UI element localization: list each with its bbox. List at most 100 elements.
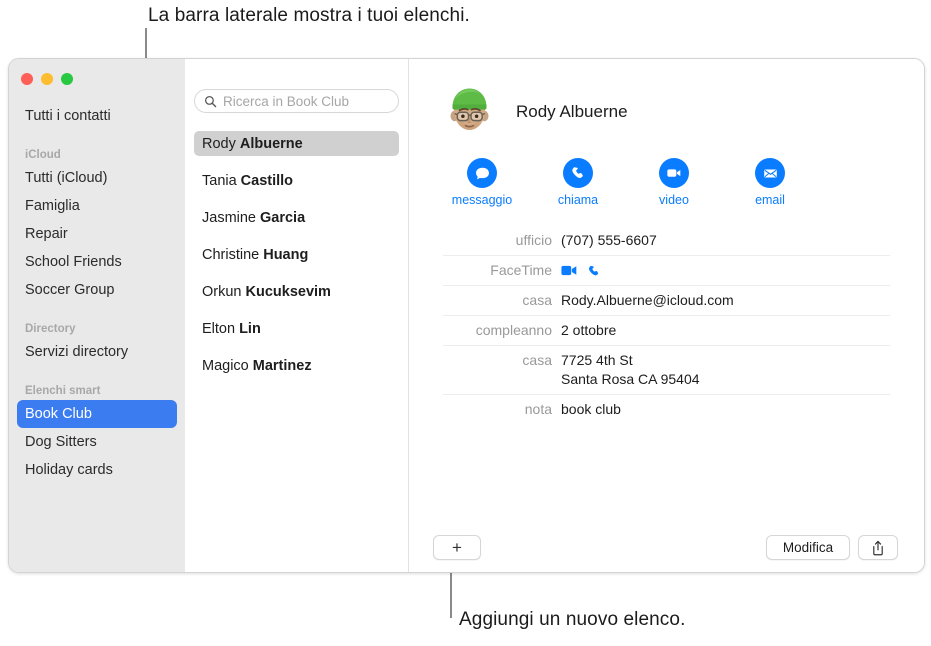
callout-top-text: La barra laterale mostra i tuoi elenchi.: [148, 5, 470, 26]
contact-family-name: Lin: [239, 320, 261, 337]
sidebar-item-label: Tutti i contatti: [25, 108, 111, 124]
call-button[interactable]: chiama: [549, 158, 607, 207]
field-row-facetime: FaceTime: [443, 255, 890, 285]
contact-list-pane: Ricerca in Book Club Rody Albuerne Tania…: [185, 59, 409, 572]
sidebar-item-tutti-icloud[interactable]: Tutti (iCloud): [17, 164, 177, 192]
sidebar-list: Tutti i contatti iCloud Tutti (iCloud) F…: [9, 102, 185, 484]
list-item[interactable]: Tania Castillo: [194, 168, 399, 193]
contact-detail-pane: Rody Albuerne messaggio chiama video ema…: [409, 59, 924, 572]
field-row-ufficio: ufficio (707) 555-6607: [443, 229, 890, 255]
field-label: FaceTime: [490, 262, 552, 278]
field-value[interactable]: 2 ottobre: [561, 321, 616, 340]
sidebar-item-label: Holiday cards: [25, 462, 113, 478]
zoom-button[interactable]: [61, 73, 73, 85]
window-controls: [9, 68, 185, 92]
contact-given-name: Orkun: [202, 283, 242, 300]
contact-given-name: Christine: [202, 246, 260, 263]
sidebar-item-famiglia[interactable]: Famiglia: [17, 192, 177, 220]
sidebar-item-label: Book Club: [25, 406, 92, 422]
email-circle: [755, 158, 785, 188]
share-button[interactable]: [858, 535, 898, 560]
field-label: ufficio: [515, 232, 552, 248]
memoji-icon: [450, 88, 489, 130]
field-label: compleanno: [475, 322, 552, 338]
list-item[interactable]: Magico Martinez: [194, 353, 399, 378]
call-label: chiama: [557, 193, 599, 207]
avatar[interactable]: [443, 85, 496, 138]
search-icon: [204, 95, 217, 107]
contact-family-name: Huang: [263, 246, 309, 263]
screenshot-root: La barra laterale mostra i tuoi elenchi.…: [0, 0, 931, 646]
list-item[interactable]: Rody Albuerne: [194, 131, 399, 156]
facetime-video-icon[interactable]: [561, 264, 578, 277]
sidebar-item-label: Repair: [25, 226, 68, 242]
bottom-toolbar: + Modifica: [9, 525, 924, 572]
sidebar-item-label: Soccer Group: [25, 282, 115, 298]
list-item[interactable]: Orkun Kucuksevim: [194, 279, 399, 304]
contact-family-name: Kucuksevim: [245, 283, 331, 300]
video-label: video: [659, 193, 689, 207]
sidebar-item-holiday-cards[interactable]: Holiday cards: [17, 456, 177, 484]
contact-given-name: Jasmine: [202, 209, 256, 226]
add-list-button[interactable]: +: [433, 535, 481, 560]
field-row-email-casa: casa Rody.Albuerne@icloud.com: [443, 285, 890, 315]
sidebar-item-soccer-group[interactable]: Soccer Group: [17, 276, 177, 304]
field-value: [561, 261, 601, 280]
sidebar: Tutti i contatti iCloud Tutti (iCloud) F…: [9, 59, 185, 572]
detail-content: Rody Albuerne messaggio chiama video ema…: [409, 59, 924, 424]
video-button[interactable]: video: [645, 158, 703, 207]
sidebar-item-book-club[interactable]: Book Club: [17, 400, 177, 428]
field-value[interactable]: 7725 4th St Santa Rosa CA 95404: [561, 351, 700, 389]
list-item[interactable]: Christine Huang: [194, 242, 399, 267]
contact-family-name: Castillo: [240, 172, 294, 189]
sidebar-item-label: Famiglia: [25, 198, 80, 214]
callout-bottom-text: Aggiungi un nuovo elenco.: [459, 609, 686, 630]
facetime-audio-icon[interactable]: [587, 264, 601, 278]
sidebar-item-school-friends[interactable]: School Friends: [17, 248, 177, 276]
field-value[interactable]: (707) 555-6607: [561, 231, 657, 250]
contact-given-name: Tania: [202, 172, 237, 189]
video-icon: [667, 169, 681, 177]
contact-family-name: Garcia: [260, 209, 306, 226]
contact-identity: Rody Albuerne: [443, 85, 890, 138]
share-icon: [873, 540, 883, 555]
list-item[interactable]: Elton Lin: [194, 316, 399, 341]
field-value[interactable]: Rody.Albuerne@icloud.com: [561, 291, 734, 310]
sidebar-section-elenchi-smart: Elenchi smart: [25, 385, 101, 397]
sidebar-item-dog-sitters[interactable]: Dog Sitters: [17, 428, 177, 456]
phone-icon: [572, 167, 583, 179]
minimize-button[interactable]: [41, 73, 53, 85]
field-label: casa: [522, 352, 552, 368]
contact-fields: ufficio (707) 555-6607 FaceTime casa Rod…: [443, 229, 890, 424]
sidebar-item-servizi-directory[interactable]: Servizi directory: [17, 338, 177, 366]
sidebar-item-all-contacts[interactable]: Tutti i contatti: [17, 102, 177, 130]
message-button[interactable]: messaggio: [452, 158, 512, 207]
contact-list: Rody Albuerne Tania Castillo Jasmine Gar…: [194, 131, 399, 378]
edit-label: Modifica: [782, 540, 834, 555]
close-button[interactable]: [21, 73, 33, 85]
field-label: nota: [524, 401, 552, 417]
contact-given-name: Rody: [202, 135, 236, 152]
email-label: email: [755, 193, 785, 207]
sidebar-item-repair[interactable]: Repair: [17, 220, 177, 248]
email-button[interactable]: email: [741, 158, 799, 207]
sidebar-section-icloud: iCloud: [25, 149, 61, 161]
contact-name: Rody Albuerne: [516, 101, 628, 121]
field-row-indirizzo-casa: casa 7725 4th St Santa Rosa CA 95404: [443, 345, 890, 394]
field-value[interactable]: book club: [561, 400, 621, 419]
sidebar-section-directory: Directory: [25, 323, 76, 335]
sidebar-item-label: Servizi directory: [25, 344, 129, 360]
quick-actions: messaggio chiama video email: [443, 158, 890, 207]
sidebar-item-label: Tutti (iCloud): [25, 170, 108, 186]
edit-button[interactable]: Modifica: [766, 535, 850, 560]
contacts-window: Tutti i contatti iCloud Tutti (iCloud) F…: [8, 58, 925, 573]
list-item[interactable]: Jasmine Garcia: [194, 205, 399, 230]
sidebar-item-label: Dog Sitters: [25, 434, 97, 450]
search-input[interactable]: Ricerca in Book Club: [194, 89, 399, 113]
field-row-nota: nota book club: [443, 394, 890, 424]
field-row-compleanno: compleanno 2 ottobre: [443, 315, 890, 345]
contact-family-name: Albuerne: [239, 135, 303, 152]
search-wrapper: Ricerca in Book Club: [194, 59, 399, 113]
